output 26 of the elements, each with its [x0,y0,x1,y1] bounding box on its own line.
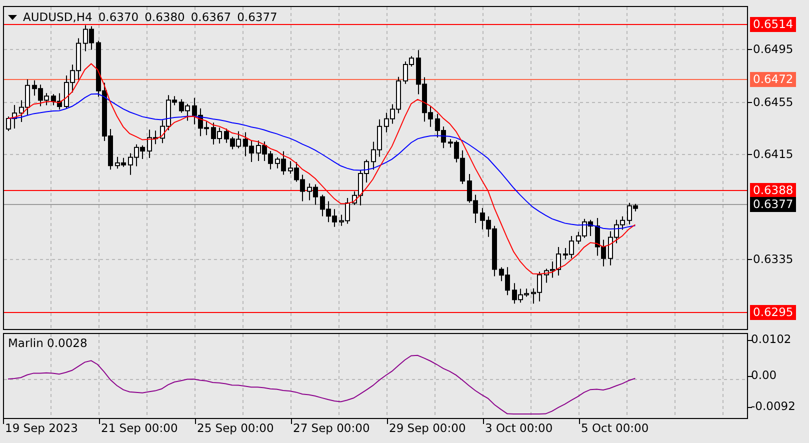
ohlc-value: 0.6370 [98,10,139,24]
time-axis-label: 29 Sep 00:00 [389,421,466,435]
ohlc-value: 0.6367 [190,10,232,24]
time-axis-label: 25 Sep 00:00 [197,421,274,435]
ohlc-value: 0.6380 [144,10,185,24]
dropdown-triangle-icon[interactable] [8,14,17,20]
price-tick-label: 0.6455 [752,95,794,110]
price-tick-label: 0.6495 [752,42,794,57]
indicator-tick-label: 0.0102 [750,332,792,347]
price-level-label: 0.6295 [750,305,796,320]
ohlc-value: 0.6377 [237,10,278,24]
time-axis-label: 21 Sep 00:00 [101,421,178,435]
time-axis-label: 27 Sep 00:00 [293,421,370,435]
price-level-label: 0.6514 [750,17,796,32]
indicator-label: Marlin 0.0028 [8,336,88,350]
indicator-tick-label: -0.0092 [750,399,796,414]
price-tick-label: 0.6335 [752,252,794,267]
time-axis-label: 3 Oct 00:00 [485,421,553,435]
price-tick-label: 0.6415 [752,147,794,162]
current-price-label: 0.6377 [750,197,796,212]
price-level-label: 0.6388 [750,183,796,198]
price-level-label: 0.6472 [750,72,796,87]
time-axis-label: 19 Sep 2023 [5,421,78,435]
indicator-tick-label: 0.00 [750,368,778,383]
symbol-timeframe: AUDUSD,H4 [23,10,92,24]
time-axis-label: 5 Oct 00:00 [581,421,649,435]
